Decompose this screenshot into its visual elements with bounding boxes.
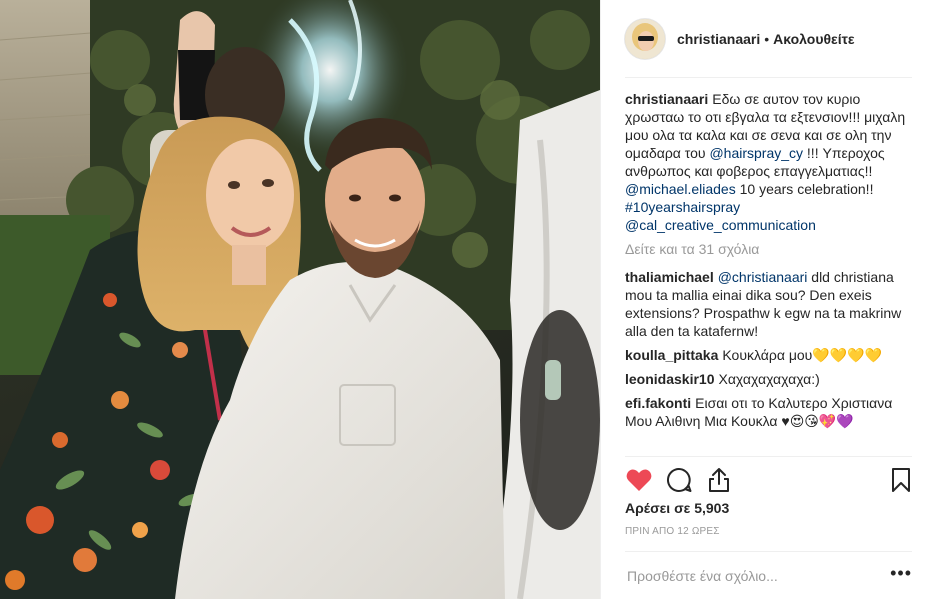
like-button[interactable] — [625, 466, 653, 494]
bookmark-icon — [892, 468, 910, 492]
action-bar — [625, 462, 913, 498]
comment-username[interactable]: koulla_pittaka — [625, 347, 718, 363]
add-comment-bar: ••• — [625, 551, 912, 600]
comment-item: thaliamichael @christianaari dld christia… — [625, 268, 913, 340]
comments-list[interactable]: christianaari Εδω σε αυτον τον κυριο χρωσ… — [625, 90, 913, 452]
caption-mention-michael[interactable]: @michael.eliades — [625, 181, 736, 197]
share-button[interactable] — [705, 466, 733, 494]
photo-illustration — [0, 0, 600, 599]
caption-mention-hairspray[interactable]: @hairspray_cy — [709, 145, 803, 161]
post-photo[interactable] — [0, 0, 600, 599]
save-button[interactable] — [887, 466, 915, 494]
comment-username[interactable]: thaliamichael — [625, 269, 714, 285]
comment-item: koulla_pittaka Κουκλάρα μου💛💛💛💛 — [625, 346, 913, 364]
following-button[interactable]: Ακολουθείτε — [773, 31, 854, 47]
post-timestamp[interactable]: ΠΡΙΝ ΑΠΟ 12 ΩΡΕΣ — [625, 526, 720, 537]
more-options-button[interactable]: ••• — [890, 563, 912, 590]
likes-count[interactable]: Αρέσει σε 5,903 — [625, 500, 729, 516]
caption-username[interactable]: christianaari — [625, 91, 708, 107]
header-username[interactable]: christianaari — [677, 31, 760, 47]
avatar[interactable] — [625, 18, 665, 59]
comment-mention[interactable]: @christianaari — [718, 269, 808, 285]
post-header: christianaari • Ακολουθείτε — [625, 0, 912, 78]
view-all-comments-link[interactable]: Δείτε και τα 31 σχόλια — [625, 240, 913, 258]
comment-button[interactable] — [665, 466, 693, 494]
comment-item: leonidaskir10 Χαχαχαχαχαχα:) — [625, 370, 913, 388]
comment-icon — [667, 467, 692, 492]
post-sidebar: christianaari • Ακολουθείτε christianaar… — [600, 0, 936, 599]
comment-username[interactable]: leonidaskir10 — [625, 371, 715, 387]
comment-username[interactable]: efi.fakonti — [625, 395, 691, 411]
comment-text: Κουκλάρα μου💛💛💛💛 — [722, 347, 883, 363]
instagram-post: christianaari • Ακολουθείτε christianaar… — [0, 0, 936, 599]
caption-mention-cal[interactable]: @cal_creative_communication — [625, 217, 816, 233]
add-comment-input[interactable] — [625, 567, 891, 585]
caption-text-3: 10 years celebration!! — [735, 181, 874, 197]
share-icon — [709, 468, 729, 492]
actions-divider — [625, 456, 912, 457]
comment-text: Χαχαχαχαχαχα:) — [718, 371, 820, 387]
header-separator: • — [764, 30, 770, 47]
caption: christianaari Εδω σε αυτον τον κυριο χρωσ… — [625, 90, 913, 234]
caption-hashtag[interactable]: #10yearshairspray — [625, 199, 740, 215]
avatar-image — [625, 18, 665, 59]
comment-item: efi.fakonti Εισαι οτι το Καλυτερο Χριστια… — [625, 394, 913, 430]
heart-icon — [626, 469, 652, 491]
